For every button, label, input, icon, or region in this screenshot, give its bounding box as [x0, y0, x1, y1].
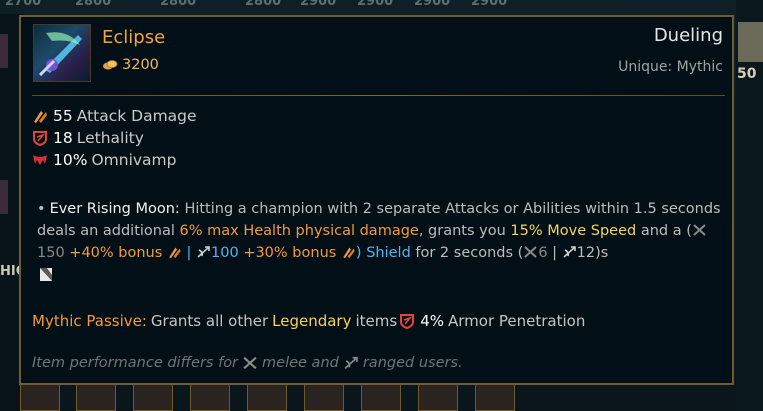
armor-penetration-icon [400, 314, 415, 329]
shop-price: 2800 [75, 0, 112, 9]
stat-label: Attack Damage [76, 107, 197, 125]
melee-icon [693, 224, 706, 236]
passive-damage: 6% max Health physical damage [179, 223, 419, 239]
shop-price: 2900 [300, 0, 337, 9]
note-text: ranged users. [362, 355, 463, 371]
tooltip-divider [32, 95, 725, 96]
note-text: melee and [262, 355, 339, 371]
item-title: Eclipse [102, 27, 166, 48]
attack-damage-icon [169, 247, 181, 259]
shop-item-slot[interactable] [361, 384, 401, 411]
mythic-passive-label: Mythic Passive: [32, 312, 147, 330]
stat-label: Omnivamp [91, 151, 177, 169]
omnivamp-icon [33, 155, 47, 165]
stat-value: 10% [53, 151, 88, 169]
note-text: Item performance differs for [32, 355, 239, 371]
separator: | [552, 245, 558, 261]
shop-item-slot[interactable] [418, 384, 458, 411]
stat-lethality: 18 Lethality [32, 127, 197, 149]
shop-item-chip[interactable] [0, 180, 8, 214]
item-unique-tag: Unique: Mythic [618, 59, 723, 75]
lethality-icon [33, 131, 47, 146]
cooldown-melee: 6 [538, 245, 548, 261]
stat-attack-damage: 55 Attack Damage [32, 105, 197, 127]
close-paren: ) [355, 245, 362, 261]
bullet-mark: • [37, 201, 46, 217]
shield-ranged-bonus: +30% bonus [243, 245, 337, 261]
shop-item-chip[interactable] [0, 34, 8, 68]
shop-price-row: 2700 2800 2800 2800 2900 2900 2900 2900 [0, 0, 540, 9]
stat-label: Lethality [76, 129, 144, 147]
shield-melee-value: 150 [37, 245, 65, 261]
mythic-text: items [355, 312, 398, 330]
mythic-passive: Mythic Passive: Grants all other Legenda… [32, 312, 585, 330]
shop-price: 2900 [414, 0, 451, 9]
attack-damage-icon [34, 111, 47, 123]
melee-icon [243, 356, 257, 370]
passive-text: , grants you [418, 223, 506, 239]
shop-item-slot[interactable] [738, 22, 763, 62]
shop-price: 2700 [5, 0, 42, 9]
passive-text: for 2 seconds ( [415, 245, 524, 261]
shield-melee-bonus: +40% bonus [69, 245, 163, 261]
ranged-icon [563, 246, 576, 258]
unique-passive-icon [40, 268, 52, 281]
shop-price: 2900 [471, 0, 508, 9]
mythic-value: 4% [420, 312, 444, 330]
stat-value: 55 [53, 107, 73, 125]
cooldown-ranged: 12)s [576, 245, 609, 261]
shop-price: 2900 [357, 0, 394, 9]
shop-item-slot[interactable] [247, 384, 287, 411]
passive-name: Ever Rising Moon: [49, 201, 180, 217]
ranged-icon [197, 246, 210, 258]
melee-icon [524, 246, 537, 258]
mythic-text: Grants all other [150, 312, 269, 330]
shield-keyword: Shield [366, 245, 411, 261]
mythic-stat: Armor Penetration [448, 312, 586, 330]
item-price: 3200 [122, 57, 159, 73]
stat-list: 55 Attack Damage 18 Lethality 10% Omniva… [32, 105, 197, 171]
attack-damage-icon [343, 247, 355, 259]
shield-ranged-value: 100 [211, 245, 239, 261]
shop-item-slot[interactable] [304, 384, 344, 411]
passive-text: and a ( [640, 223, 692, 239]
shop-right-number: 50 [737, 66, 757, 82]
gold-coin-icon [103, 60, 118, 70]
shop-price: 2800 [245, 0, 282, 9]
passive-move-speed: 15% Move Speed [510, 223, 637, 239]
shop-item-slot[interactable] [475, 384, 515, 411]
shop-price: 2800 [160, 0, 197, 9]
shop-item-slot[interactable] [76, 384, 116, 411]
item-price-row: 3200 [102, 57, 159, 73]
shop-item-slot[interactable] [133, 384, 173, 411]
shop-item-slot[interactable] [20, 384, 60, 411]
ranged-icon [344, 356, 358, 369]
stat-omnivamp: 10% Omnivamp [32, 149, 197, 171]
legendary-keyword: Legendary [272, 312, 352, 330]
item-tooltip: Eclipse 3200 Dueling Unique: Mythic 55 A… [19, 15, 734, 385]
shop-bottom-item-row [20, 384, 540, 411]
eclipse-item-icon [33, 24, 91, 82]
shop-item-slot[interactable] [190, 384, 230, 411]
stat-value: 18 [53, 129, 73, 147]
separator: | [186, 245, 192, 261]
item-performance-note: Item performance differs for melee and r… [32, 355, 463, 371]
item-category: Dueling [653, 25, 723, 46]
passive-description: • Ever Rising Moon: Hitting a champion wi… [37, 198, 727, 286]
